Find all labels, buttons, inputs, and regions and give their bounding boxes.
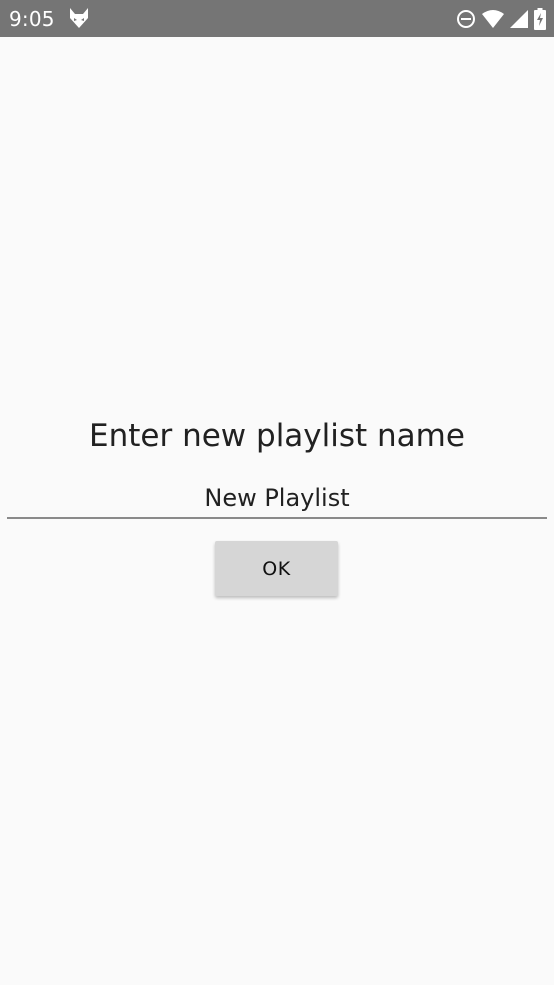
do-not-disturb-icon — [456, 9, 476, 29]
fox-app-icon — [68, 7, 90, 29]
prompt-title: Enter new playlist name — [89, 418, 465, 454]
status-bar: 9:05 — [0, 0, 554, 37]
status-icons — [456, 7, 546, 31]
battery-icon — [534, 8, 546, 30]
status-time: 9:05 — [9, 7, 55, 31]
ok-button[interactable]: OK — [215, 541, 338, 596]
playlist-name-input[interactable] — [7, 479, 547, 519]
wifi-icon — [482, 10, 504, 28]
main-content: Enter new playlist name OK — [0, 37, 554, 985]
signal-icon — [510, 10, 528, 28]
